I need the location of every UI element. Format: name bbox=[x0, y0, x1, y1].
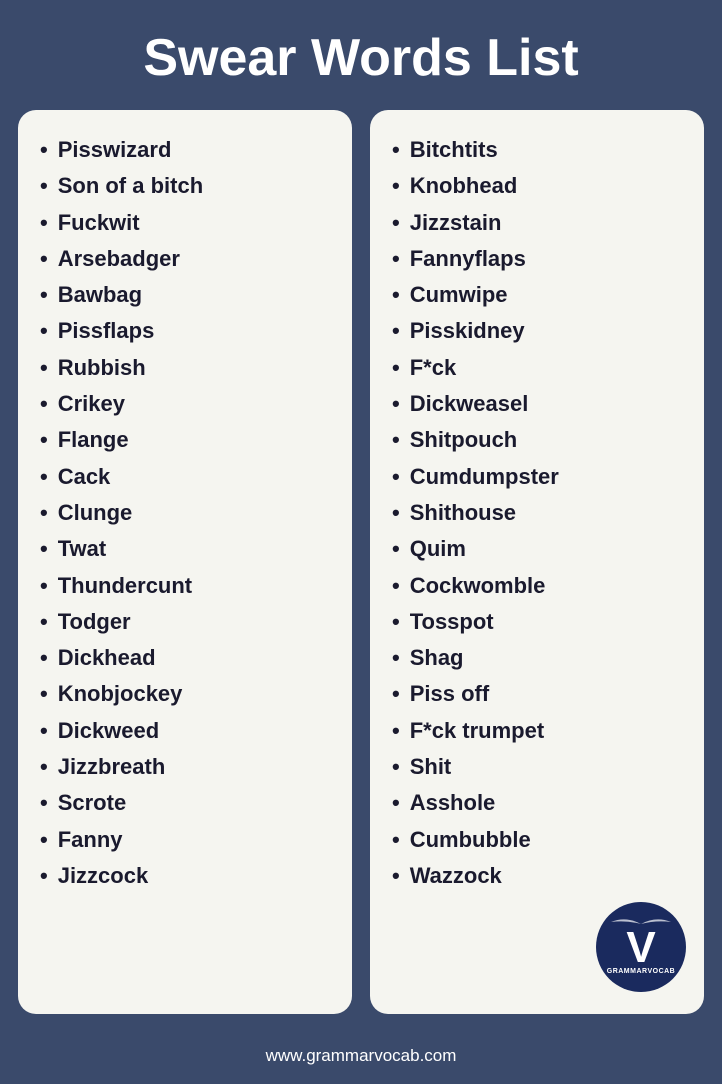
list-item: Fuckwit bbox=[40, 205, 334, 241]
list-item: Dickweed bbox=[40, 713, 334, 749]
list-item: Scrote bbox=[40, 785, 334, 821]
columns-wrapper: PisswizardSon of a bitchFuckwitArsebadge… bbox=[0, 110, 722, 1032]
list-item: Fannyflaps bbox=[392, 241, 686, 277]
list-item: Arsebadger bbox=[40, 241, 334, 277]
list-item: Jizzcock bbox=[40, 858, 334, 894]
list-item: Thundercunt bbox=[40, 568, 334, 604]
list-item: Pisskidney bbox=[392, 313, 686, 349]
list-item: Dickweasel bbox=[392, 386, 686, 422]
list-item: Todger bbox=[40, 604, 334, 640]
list-item: Dickhead bbox=[40, 640, 334, 676]
list-item: Cumbubble bbox=[392, 822, 686, 858]
list-item: Flange bbox=[40, 422, 334, 458]
list-item: Crikey bbox=[40, 386, 334, 422]
brand-logo: V GRAMMARVOCAB bbox=[596, 902, 686, 992]
list-item: Shithouse bbox=[392, 495, 686, 531]
list-item: Son of a bitch bbox=[40, 168, 334, 204]
list-item: Bawbag bbox=[40, 277, 334, 313]
list-item: Jizzstain bbox=[392, 205, 686, 241]
list-item: F*ck bbox=[392, 350, 686, 386]
left-word-list: PisswizardSon of a bitchFuckwitArsebadge… bbox=[40, 132, 334, 894]
list-item: Twat bbox=[40, 531, 334, 567]
list-item: Wazzock bbox=[392, 858, 686, 894]
list-item: Piss off bbox=[392, 676, 686, 712]
list-item: Jizzbreath bbox=[40, 749, 334, 785]
list-item: F*ck trumpet bbox=[392, 713, 686, 749]
page-title: Swear Words List bbox=[0, 0, 722, 110]
list-item: Cumwipe bbox=[392, 277, 686, 313]
list-item: Shitpouch bbox=[392, 422, 686, 458]
list-item: Cumdumpster bbox=[392, 459, 686, 495]
list-item: Tosspot bbox=[392, 604, 686, 640]
list-item: Clunge bbox=[40, 495, 334, 531]
logo-subtext: GRAMMARVOCAB bbox=[607, 968, 675, 975]
list-item: Quim bbox=[392, 531, 686, 567]
list-item: Cockwomble bbox=[392, 568, 686, 604]
list-item: Shit bbox=[392, 749, 686, 785]
left-column: PisswizardSon of a bitchFuckwitArsebadge… bbox=[18, 110, 352, 1014]
right-word-list: BitchtitsKnobheadJizzstainFannyflapsCumw… bbox=[392, 132, 686, 894]
logo-area: V GRAMMARVOCAB bbox=[392, 902, 686, 992]
logo-wings-icon bbox=[606, 914, 676, 934]
list-item: Knobjockey bbox=[40, 676, 334, 712]
list-item: Cack bbox=[40, 459, 334, 495]
list-item: Pissflaps bbox=[40, 313, 334, 349]
footer-url: www.grammarvocab.com bbox=[0, 1032, 722, 1084]
list-item: Fanny bbox=[40, 822, 334, 858]
list-item: Knobhead bbox=[392, 168, 686, 204]
list-item: Rubbish bbox=[40, 350, 334, 386]
list-item: Pisswizard bbox=[40, 132, 334, 168]
list-item: Bitchtits bbox=[392, 132, 686, 168]
right-column: BitchtitsKnobheadJizzstainFannyflapsCumw… bbox=[370, 110, 704, 1014]
list-item: Shag bbox=[392, 640, 686, 676]
list-item: Asshole bbox=[392, 785, 686, 821]
